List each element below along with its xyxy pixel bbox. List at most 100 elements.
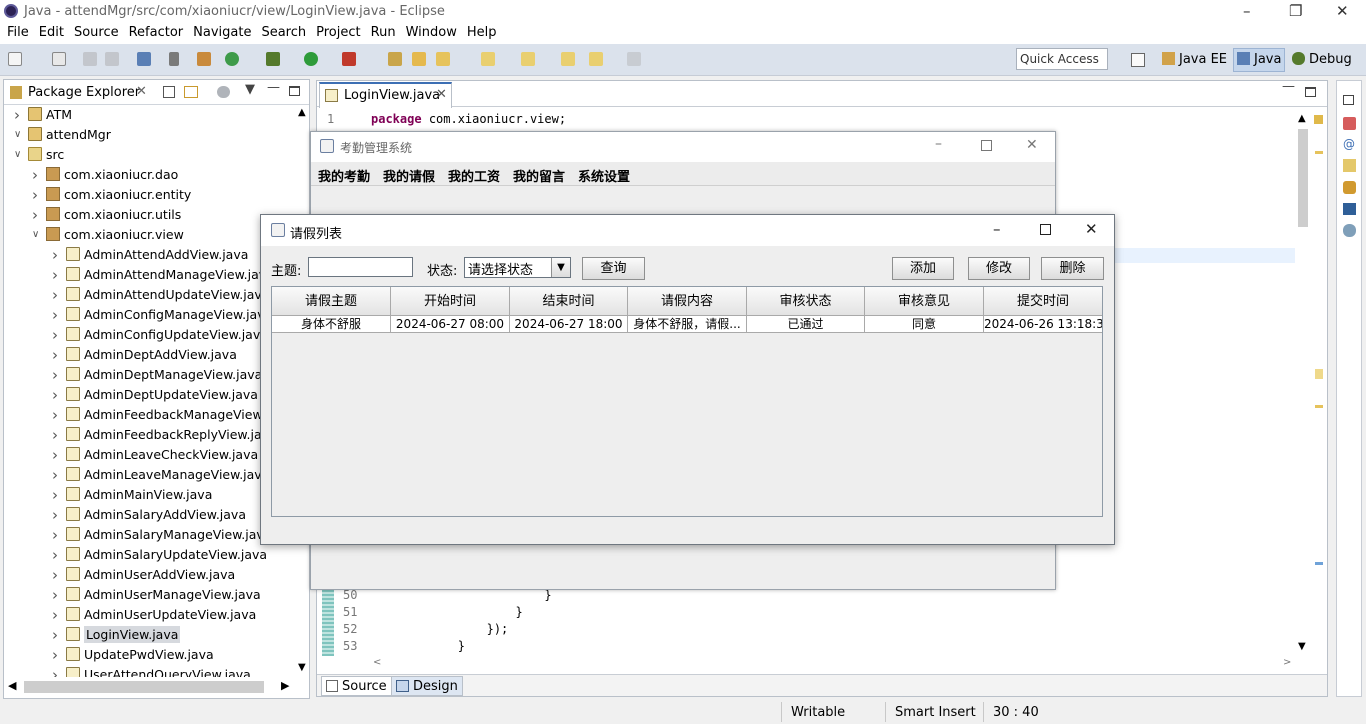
collapsed-arrow-icon[interactable]: › (52, 446, 58, 464)
col-header-review-status[interactable]: 审核状态 (747, 287, 865, 316)
tree-item[interactable]: com.xiaoniucr.view (46, 225, 184, 245)
tree-item[interactable]: AdminConfigManageView.java (66, 305, 272, 325)
code-text-51[interactable]: } (371, 605, 522, 619)
expanded-arrow-icon[interactable]: ∨ (14, 129, 21, 140)
table-cell[interactable]: 2024-06-27 18:00 (510, 316, 628, 333)
design-tab[interactable]: Design (391, 676, 463, 696)
dialog-minimize-icon[interactable]: – (993, 220, 1001, 238)
quick-access-input[interactable]: Quick Access (1016, 48, 1108, 70)
menu-refactor[interactable]: Refactor (124, 24, 189, 40)
chevron-down-icon[interactable]: ▼ (551, 258, 570, 277)
javadoc-icon[interactable]: @ (1343, 137, 1355, 151)
declaration-icon[interactable] (1343, 159, 1356, 172)
run-external-icon[interactable] (342, 52, 357, 66)
filters-icon[interactable] (217, 86, 230, 98)
menu-edit[interactable]: Edit (34, 24, 69, 40)
editor-tab-loginview[interactable]: LoginView.java ✕ (319, 82, 452, 108)
menu-navigate[interactable]: Navigate (188, 24, 256, 40)
skip-icon[interactable] (168, 52, 179, 66)
expanded-arrow-icon[interactable]: ∨ (14, 149, 21, 160)
new-package-icon[interactable] (387, 52, 402, 66)
collapsed-arrow-icon[interactable]: › (52, 546, 58, 564)
annotation-marker[interactable] (1315, 151, 1323, 154)
editor-horizontal-scrollbar[interactable]: < > (369, 656, 1295, 672)
menu-file[interactable]: File (2, 24, 34, 40)
back-icon[interactable] (588, 52, 603, 66)
prev-annotation-icon[interactable] (521, 52, 536, 66)
collapsed-arrow-icon[interactable]: › (52, 626, 58, 644)
menu-my-leave[interactable]: 我的请假 (383, 166, 435, 185)
save-all-icon[interactable] (105, 52, 120, 66)
tree-item[interactable]: AdminAttendManageView.java (66, 265, 274, 285)
menu-search[interactable]: Search (256, 24, 311, 40)
tree-item[interactable]: AdminMainView.java (66, 485, 212, 505)
menu-my-messages[interactable]: 我的留言 (513, 166, 565, 185)
app-minimize-icon[interactable]: – (935, 136, 942, 152)
collapsed-arrow-icon[interactable]: › (52, 346, 58, 364)
new-icon[interactable] (8, 52, 22, 66)
code-text-50[interactable]: } (371, 588, 551, 602)
collapsed-arrow-icon[interactable]: › (52, 326, 58, 344)
editor-scroll-up-icon[interactable]: ▲ (1298, 113, 1306, 124)
collapsed-arrow-icon[interactable]: › (32, 166, 38, 184)
progress-icon[interactable] (1343, 224, 1356, 237)
console-view-icon[interactable] (1343, 203, 1356, 215)
collapsed-arrow-icon[interactable]: › (52, 286, 58, 304)
editor-vertical-scrollbar[interactable]: ▲ ▼ (1295, 111, 1311, 656)
tree-item[interactable]: UpdatePwdView.java (66, 645, 214, 665)
refresh-icon[interactable] (224, 52, 239, 66)
tree-item[interactable]: AdminSalaryManageView.java (66, 525, 271, 545)
close-editor-icon[interactable]: ✕ (436, 87, 447, 102)
tree-item[interactable]: AdminDeptManageView.java (66, 365, 262, 385)
collapsed-arrow-icon[interactable]: › (52, 506, 58, 524)
restore-icon[interactable]: ❐ (1289, 2, 1302, 20)
table-cell[interactable]: 2024-06-27 08:00 (391, 316, 510, 333)
open-type-icon[interactable] (411, 52, 426, 66)
menu-run[interactable]: Run (366, 24, 401, 40)
perspective-java[interactable]: Java (1233, 48, 1286, 72)
collapsed-arrow-icon[interactable]: › (52, 306, 58, 324)
table-cell[interactable]: 身体不舒服 (272, 316, 391, 333)
view-menu-icon[interactable]: ▼ (245, 82, 255, 97)
collapsed-arrow-icon[interactable]: › (14, 106, 20, 124)
tree-item[interactable]: AdminDeptUpdateView.java (66, 385, 258, 405)
col-header-review-opinion[interactable]: 审核意见 (865, 287, 984, 316)
editor-scroll-down-icon[interactable]: ▼ (1298, 641, 1306, 652)
close-tab-icon[interactable]: ✕ (136, 84, 147, 99)
dialog-close-icon[interactable]: ✕ (1085, 220, 1098, 238)
search-view-icon[interactable] (1343, 181, 1356, 194)
tree-horizontal-scrollbar[interactable]: ◀ ▶ (4, 677, 296, 697)
collapsed-arrow-icon[interactable]: › (52, 366, 58, 384)
annotation-marker[interactable] (1315, 562, 1323, 565)
table-cell[interactable]: 已通过 (747, 316, 865, 333)
editor-maximize-icon[interactable] (1305, 87, 1316, 97)
tree-item[interactable]: attendMgr (28, 125, 111, 145)
link-editor-icon[interactable] (184, 86, 198, 98)
tree-item[interactable]: AdminUserUpdateView.java (66, 605, 256, 625)
status-select[interactable]: 请选择状态 ▼ (464, 257, 571, 278)
tree-item[interactable]: com.xiaoniucr.entity (46, 185, 191, 205)
table-cell[interactable]: 同意 (865, 316, 984, 333)
tree-item[interactable]: LoginView.java (66, 625, 181, 645)
collapsed-arrow-icon[interactable]: › (52, 526, 58, 544)
annotation-marker[interactable] (1315, 369, 1323, 379)
tree-item[interactable]: UserAttendQueryView.java (66, 665, 251, 677)
editor-minimize-icon[interactable]: — (1282, 79, 1295, 94)
dialog-maximize-icon[interactable] (1040, 224, 1051, 235)
collapsed-arrow-icon[interactable]: › (32, 186, 38, 204)
collapsed-arrow-icon[interactable]: › (52, 666, 58, 677)
tree-item[interactable]: AdminConfigUpdateView.java (66, 325, 268, 345)
delete-button[interactable]: 删除 (1041, 257, 1104, 280)
col-header-subject[interactable]: 请假主题 (272, 287, 391, 316)
edit-button[interactable]: 修改 (968, 257, 1030, 280)
build-icon[interactable] (196, 52, 211, 66)
scroll-up-icon[interactable]: ▲ (298, 107, 306, 118)
code-text-53[interactable]: } (371, 639, 465, 653)
query-button[interactable]: 查询 (582, 257, 645, 280)
collapsed-arrow-icon[interactable]: › (52, 266, 58, 284)
menu-system-settings[interactable]: 系统设置 (578, 166, 630, 185)
problems-icon[interactable] (1343, 117, 1356, 130)
restore-trim-icon[interactable] (1343, 95, 1354, 105)
annotation-marker[interactable] (1315, 405, 1323, 408)
expanded-arrow-icon[interactable]: ∨ (32, 229, 39, 240)
